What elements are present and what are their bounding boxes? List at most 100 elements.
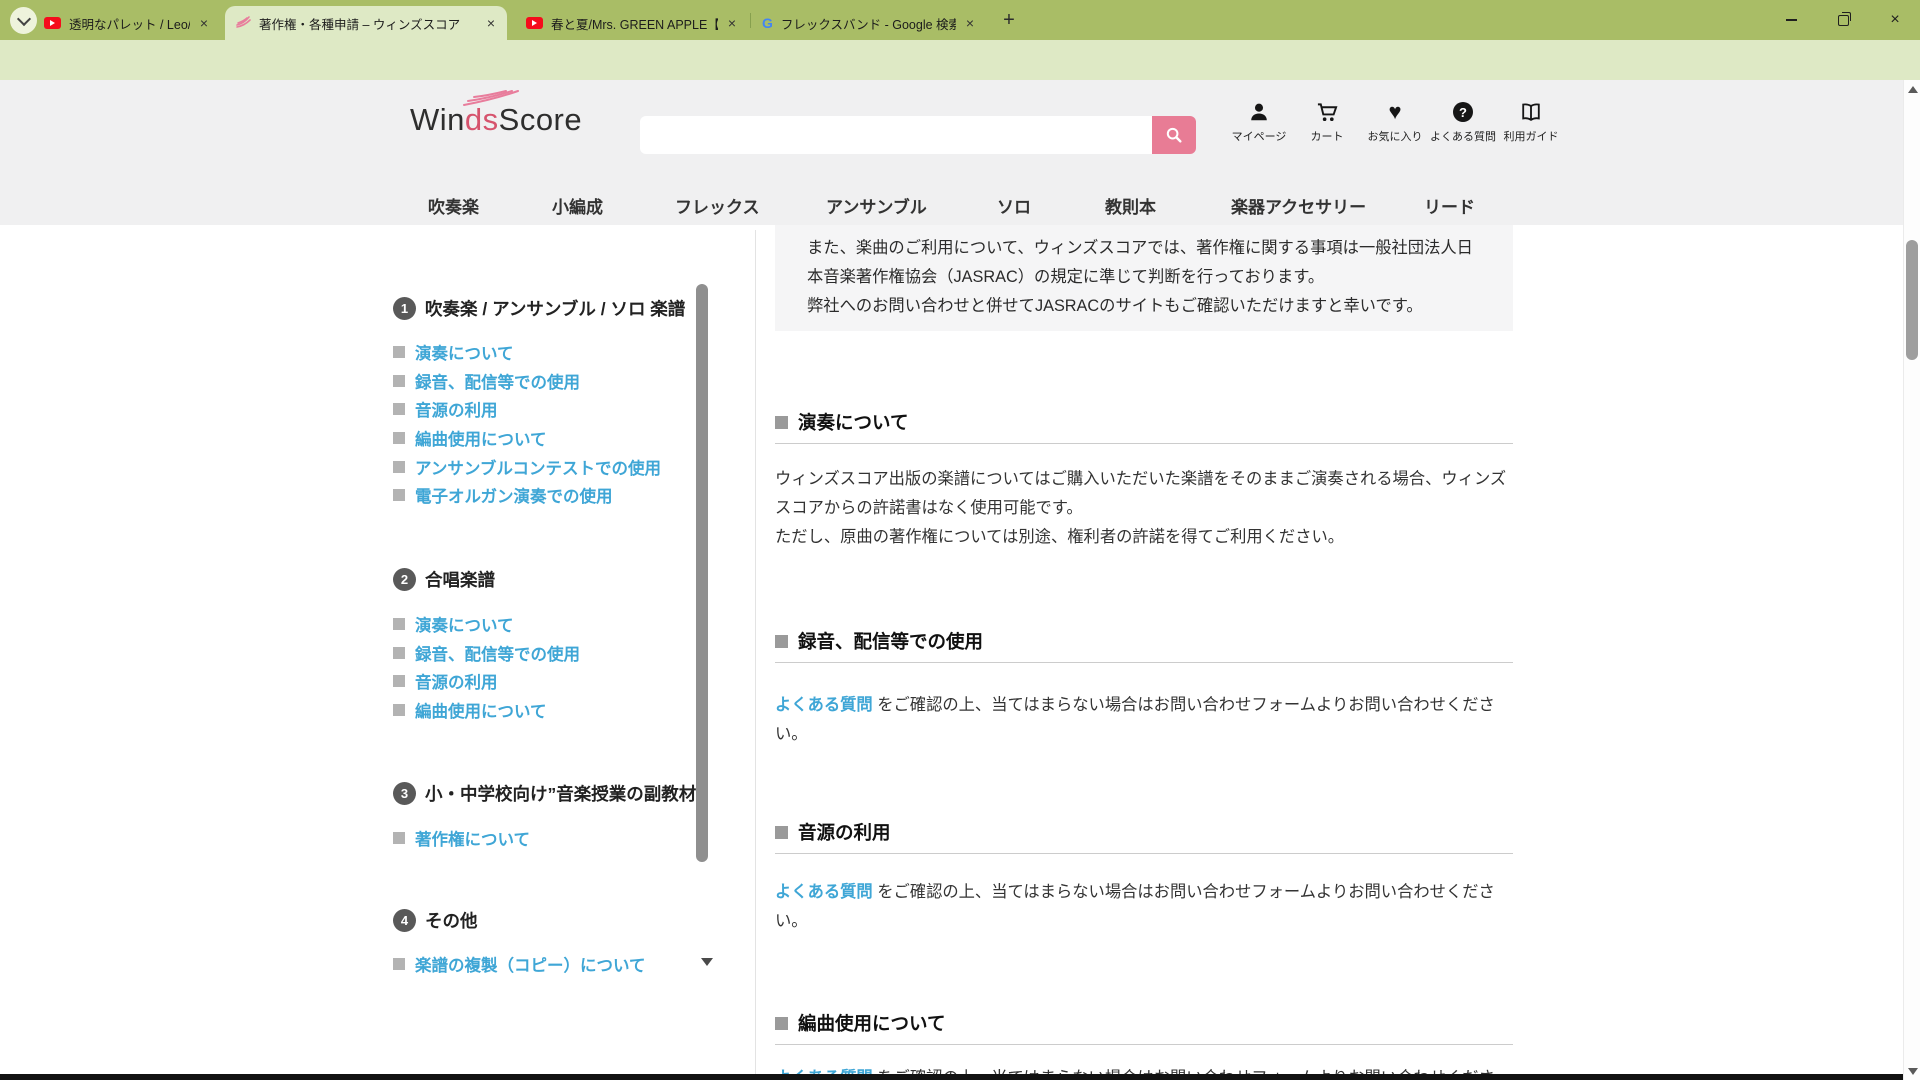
nav-kyosokubon[interactable]: 教則本 [1105, 193, 1156, 218]
cart-link[interactable]: カート [1293, 100, 1361, 144]
window-restore-button[interactable] [1820, 0, 1866, 40]
page-scrollbar[interactable] [1903, 80, 1920, 1080]
list-item: 著作権について [393, 824, 530, 853]
square-bullet-icon [393, 704, 405, 716]
section-body: よくある質問 をご確認の上、当てはまらない場合はお問い合わせフォームよりお問い合… [775, 878, 1513, 936]
number-badge: 1 [393, 297, 416, 320]
google-favicon-icon: G [762, 15, 773, 31]
close-icon: × [1890, 11, 1899, 29]
guide-link[interactable]: 利用ガイド [1497, 100, 1565, 144]
restore-icon [1838, 15, 1849, 26]
number-badge: 2 [393, 568, 416, 591]
sidebar-section-1-links: 演奏について 録音、配信等での使用 音源の利用 編曲使用について アンサンブルコ… [393, 338, 661, 510]
list-item: 楽譜の複製（コピー）について [393, 950, 646, 979]
faq-text-link[interactable]: よくある質問 [775, 696, 873, 714]
square-bullet-icon [393, 647, 405, 659]
list-item: 録音、配信等での使用 [393, 639, 580, 668]
guide-book-icon [1520, 100, 1542, 124]
question-icon: ? [1453, 100, 1473, 124]
tab-separator [750, 13, 751, 28]
window-minimize-button[interactable] [1768, 0, 1814, 40]
square-bullet-icon [393, 461, 405, 473]
search-button[interactable] [1152, 116, 1196, 154]
sidebar-scroll-down-icon[interactable] [701, 958, 713, 966]
section-body-clipped: よくある質問 をご確認の上、当てはまらない場合はお問い合わせフォームよりお問い合… [775, 1064, 1513, 1074]
browser-tab-active[interactable]: 著作権・各種申請 – ウィンズスコア × [225, 6, 507, 40]
sidebar-link[interactable]: 録音、配信等での使用 [415, 641, 580, 665]
tab-close-icon[interactable]: × [726, 15, 738, 31]
sidebar-section-4-links: 楽譜の複製（コピー）について [393, 950, 646, 979]
heading-underline [775, 1044, 1513, 1045]
square-bullet-icon [775, 826, 788, 839]
section-heading-arrangement: 編曲使用について [775, 1010, 945, 1036]
cart-icon [1316, 100, 1339, 124]
tab-title: 著作権・各種申請 – ウィンズスコア [259, 14, 477, 33]
site-header: WindsScore マイページ [0, 80, 1903, 225]
sidebar-link[interactable]: 編曲使用について [415, 426, 547, 450]
nav-solo[interactable]: ソロ [997, 193, 1031, 218]
page-scrollbar-thumb[interactable] [1906, 240, 1918, 360]
sidebar-link[interactable]: 著作権について [415, 826, 530, 850]
sidebar-link[interactable]: 電子オルガン演奏での使用 [415, 483, 613, 507]
info-paragraph: また、楽曲のご利用について、ウィンズスコアでは、著作権に関する事項は一般社団法人… [807, 234, 1481, 292]
sidebar-link[interactable]: アンサンブルコンテストでの使用 [415, 455, 661, 479]
site-logo[interactable]: WindsScore [410, 102, 582, 138]
browser-tab-1[interactable]: 透明なパレット / Leo/need × 鏡音 × [34, 6, 220, 40]
faq-link[interactable]: ? よくある質問 [1429, 100, 1497, 144]
nav-shohensei[interactable]: 小編成 [552, 193, 603, 218]
nav-ensemble[interactable]: アンサンブル [826, 193, 927, 218]
sidebar-link[interactable]: 音源の利用 [415, 397, 498, 421]
search-input[interactable] [640, 116, 1152, 154]
browser-tab-3[interactable]: 春と夏/Mrs. GREEN APPLE【大阪 × [516, 6, 748, 40]
content-divider [755, 230, 756, 1074]
sidebar-link[interactable]: 音源の利用 [415, 669, 498, 693]
header-quick-links: マイページ カート ♥ お気に入り ? よくある質問 [1225, 100, 1565, 144]
square-bullet-icon [393, 432, 405, 444]
list-item: 音源の利用 [393, 667, 580, 696]
nav-flex[interactable]: フレックス [675, 193, 760, 218]
nav-suisogaku[interactable]: 吹奏楽 [428, 193, 479, 218]
list-item: 録音、配信等での使用 [393, 367, 661, 396]
tab-close-icon[interactable]: × [964, 15, 976, 31]
logo-swoosh-icon [460, 89, 522, 107]
sidebar-link[interactable]: 録音、配信等での使用 [415, 369, 580, 393]
favorites-link[interactable]: ♥ お気に入り [1361, 100, 1429, 144]
scroll-down-icon[interactable] [1908, 1068, 1918, 1075]
new-tab-button[interactable]: + [997, 8, 1021, 32]
sidebar-scrollbar-thumb[interactable] [696, 284, 708, 862]
section-heading-recording: 録音、配信等での使用 [775, 628, 983, 654]
browser-tab-4[interactable]: G フレックスバンド - Google 検索 × [752, 6, 986, 40]
tab-close-icon[interactable]: × [485, 15, 497, 31]
faq-text-link[interactable]: よくある質問 [775, 883, 873, 901]
tab-strip: 透明なパレット / Leo/need × 鏡音 × 著作権・各種申請 – ウィン… [0, 0, 1920, 40]
mypage-link[interactable]: マイページ [1225, 100, 1293, 144]
square-bullet-icon [775, 416, 788, 429]
sidebar-link[interactable]: 楽譜の複製（コピー）について [415, 952, 646, 976]
square-bullet-icon [393, 375, 405, 387]
quick-link-label: よくある質問 [1430, 128, 1496, 144]
list-item: 編曲使用について [393, 696, 580, 725]
info-paragraph: 弊社へのお問い合わせと併せてJASRACのサイトもご確認いただけますと幸いです。 [807, 292, 1481, 321]
tab-search-button[interactable] [10, 7, 37, 34]
number-badge: 4 [393, 909, 416, 932]
scroll-up-icon[interactable] [1908, 86, 1918, 93]
heading-underline [775, 443, 1513, 444]
browser-window: 透明なパレット / Leo/need × 鏡音 × 著作権・各種申請 – ウィン… [0, 0, 1920, 1080]
play-icon [50, 20, 55, 26]
sidebar-section-2-heading: 2 合唱楽譜 [393, 567, 495, 591]
site-search [640, 116, 1196, 154]
nav-accessories[interactable]: 楽器アクセサリー [1231, 193, 1366, 218]
tab-title: 春と夏/Mrs. GREEN APPLE【大阪 [551, 14, 718, 33]
quick-link-label: マイページ [1232, 128, 1287, 144]
number-badge: 3 [393, 782, 416, 805]
section-heading-performance: 演奏について [775, 409, 908, 435]
tab-close-icon[interactable]: × [198, 15, 210, 31]
nav-reed[interactable]: リード [1424, 193, 1475, 218]
sidebar-link[interactable]: 演奏について [415, 612, 514, 636]
heading-underline [775, 853, 1513, 854]
window-close-button[interactable]: × [1872, 0, 1918, 40]
tab-title: 透明なパレット / Leo/need × 鏡音 [69, 14, 190, 33]
sidebar-link[interactable]: 演奏について [415, 340, 514, 364]
list-item: 編曲使用について [393, 424, 661, 453]
sidebar-link[interactable]: 編曲使用について [415, 698, 547, 722]
